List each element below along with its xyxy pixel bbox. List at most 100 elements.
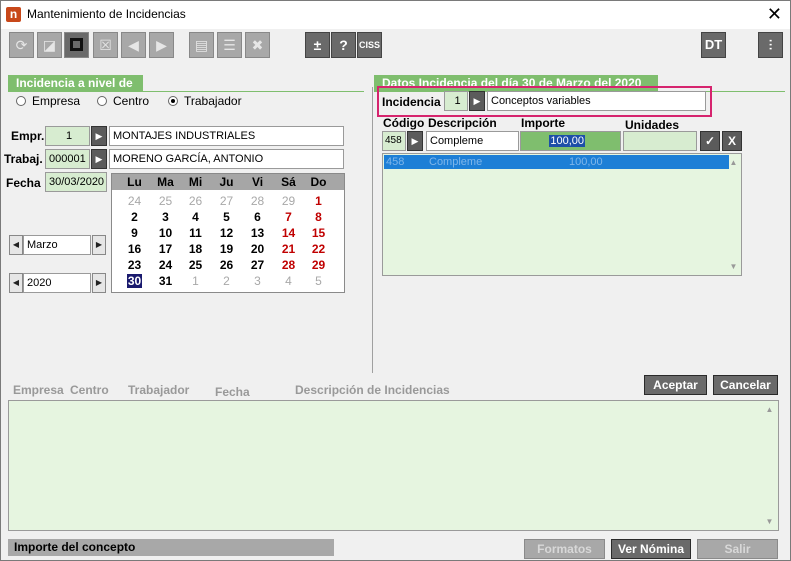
year-next-icon[interactable]: ▶ — [92, 273, 106, 293]
incidencia-code-field[interactable]: 1 — [444, 91, 468, 111]
calendar-day[interactable]: 28 — [242, 194, 273, 208]
calendar-day[interactable]: 13 — [242, 226, 273, 240]
radio-empresa-circle[interactable] — [16, 96, 26, 106]
calendar-day[interactable]: 19 — [211, 242, 242, 256]
calendar-day[interactable]: 10 — [150, 226, 181, 240]
month-select[interactable]: Marzo — [23, 235, 91, 255]
calendar-day[interactable]: 27 — [211, 194, 242, 208]
year-prev-icon[interactable]: ◀ — [9, 273, 23, 293]
dt-button[interactable]: DT — [701, 32, 726, 58]
next-icon[interactable]: ▶ — [149, 32, 174, 58]
calendar-day[interactable]: 25 — [180, 258, 211, 272]
calendar-day[interactable]: 24 — [150, 258, 181, 272]
calendar-day[interactable]: 29 — [273, 194, 304, 208]
descripcion-input[interactable]: Compleme — [426, 131, 519, 151]
calendar-day[interactable]: 25 — [150, 194, 181, 208]
radio-centro-circle[interactable] — [97, 96, 107, 106]
calendar-day[interactable]: 26 — [180, 194, 211, 208]
radio-trabajador-circle[interactable] — [168, 96, 178, 106]
incidencia-lookup-button[interactable]: ▶ — [469, 91, 485, 111]
calendar-weekday: Lu — [127, 175, 142, 189]
calendar-day[interactable]: 31 — [150, 274, 181, 288]
importe-input[interactable]: 100,00 — [520, 131, 621, 151]
list-icon[interactable]: ☰ — [217, 32, 242, 58]
calendar-day[interactable]: 7 — [273, 210, 304, 224]
trabajador-name-field[interactable]: MORENO GARCÍA, ANTONIO — [109, 149, 344, 169]
aceptar-button[interactable]: Aceptar — [644, 375, 707, 395]
trabajador-lookup-button[interactable]: ▶ — [91, 149, 107, 169]
calendar-day[interactable]: 2 — [211, 274, 242, 288]
prev-icon[interactable]: ◀ — [121, 32, 146, 58]
calendar-day[interactable]: 24 — [119, 194, 150, 208]
salir-button[interactable]: Salir — [697, 539, 778, 559]
calendar-day-number: 10 — [158, 226, 173, 240]
calendar-day[interactable]: 9 — [119, 226, 150, 240]
calendar-day[interactable]: 18 — [180, 242, 211, 256]
calendar-day[interactable]: 29 — [303, 258, 334, 272]
select-icon[interactable] — [64, 32, 89, 58]
calendar-day[interactable]: 1 — [303, 194, 334, 208]
list-scroll-down-icon[interactable]: ▼ — [727, 260, 740, 273]
radio-trabajador[interactable]: Trabajador — [168, 94, 242, 108]
calendar-day[interactable]: 4 — [273, 274, 304, 288]
edit-icon[interactable]: ◪ — [37, 32, 62, 58]
print-icon[interactable]: ▤ — [189, 32, 214, 58]
month-prev-icon[interactable]: ◀ — [9, 235, 23, 255]
calendar-day[interactable]: 27 — [242, 258, 273, 272]
calendar-day[interactable]: 2 — [119, 210, 150, 224]
excel-icon[interactable]: ✖ — [245, 32, 270, 58]
empresa-name-field[interactable]: MONTAJES INDUSTRIALES — [109, 126, 344, 146]
calendar-day[interactable]: 17 — [150, 242, 181, 256]
grid-scroll-up-icon[interactable]: ▲ — [763, 403, 776, 416]
month-next-icon[interactable]: ▶ — [92, 235, 106, 255]
calendar-day[interactable]: 1 — [180, 274, 211, 288]
calendar-day[interactable]: 20 — [242, 242, 273, 256]
empresa-lookup-button[interactable]: ▶ — [91, 126, 107, 146]
close-icon[interactable]: ✕ — [767, 4, 782, 24]
cancel-row-button[interactable]: X — [722, 131, 742, 151]
list-item[interactable]: 458 Compleme 100,00 — [384, 155, 729, 169]
year-select[interactable]: 2020 — [23, 273, 91, 293]
unidades-input[interactable] — [623, 131, 697, 151]
calendar-day[interactable]: 21 — [273, 242, 304, 256]
codigo-lookup-button[interactable]: ▶ — [407, 131, 423, 151]
calendar-day[interactable]: 5 — [303, 274, 334, 288]
calendar-day[interactable]: 14 — [273, 226, 304, 240]
formatos-button[interactable]: Formatos — [524, 539, 605, 559]
radio-centro[interactable]: Centro — [97, 94, 149, 108]
calendar-day[interactable]: 6 — [242, 210, 273, 224]
refresh-icon[interactable]: ⟳ — [9, 32, 34, 58]
ciss-button[interactable]: CISS — [357, 32, 382, 58]
empresa-code-field[interactable]: 1 — [45, 126, 90, 146]
calendar-day[interactable]: 3 — [242, 274, 273, 288]
calendar-day[interactable]: 26 — [211, 258, 242, 272]
list-scroll-up-icon[interactable]: ▲ — [727, 156, 740, 169]
codigo-input[interactable]: 458 — [382, 131, 406, 151]
confirm-row-button[interactable]: ✓ — [700, 131, 720, 151]
incidencias-grid[interactable]: ▲ ▼ — [8, 400, 779, 531]
help-button[interactable]: ? — [331, 32, 356, 58]
calendar-day-selected[interactable]: 30 — [119, 274, 150, 288]
calendar-day[interactable]: 11 — [180, 226, 211, 240]
delete-icon[interactable]: ☒ — [93, 32, 118, 58]
calendar-day[interactable]: 22 — [303, 242, 334, 256]
calendar-day[interactable]: 8 — [303, 210, 334, 224]
calendar-day[interactable]: 15 — [303, 226, 334, 240]
radio-empresa[interactable]: Empresa — [16, 94, 80, 108]
grid-scroll-down-icon[interactable]: ▼ — [763, 515, 776, 528]
concepts-list[interactable]: 458 Compleme 100,00 ▲ ▼ — [382, 153, 742, 276]
cancelar-button[interactable]: Cancelar — [713, 375, 778, 395]
plusminus-button[interactable]: ± — [305, 32, 330, 58]
ver-nomina-button[interactable]: Ver Nómina — [611, 539, 691, 559]
sliders-icon[interactable]: ⫶ — [758, 32, 783, 58]
calendar-day[interactable]: 5 — [211, 210, 242, 224]
calendar-day[interactable]: 23 — [119, 258, 150, 272]
calendar-day[interactable]: 16 — [119, 242, 150, 256]
incidencia-desc-field[interactable]: Conceptos variables — [487, 91, 706, 111]
calendar-day[interactable]: 12 — [211, 226, 242, 240]
calendar-day[interactable]: 28 — [273, 258, 304, 272]
trabajador-code-field[interactable]: 000001 — [45, 149, 90, 169]
fecha-field[interactable]: 30/03/2020 — [45, 172, 107, 192]
calendar-day[interactable]: 4 — [180, 210, 211, 224]
calendar-day[interactable]: 3 — [150, 210, 181, 224]
